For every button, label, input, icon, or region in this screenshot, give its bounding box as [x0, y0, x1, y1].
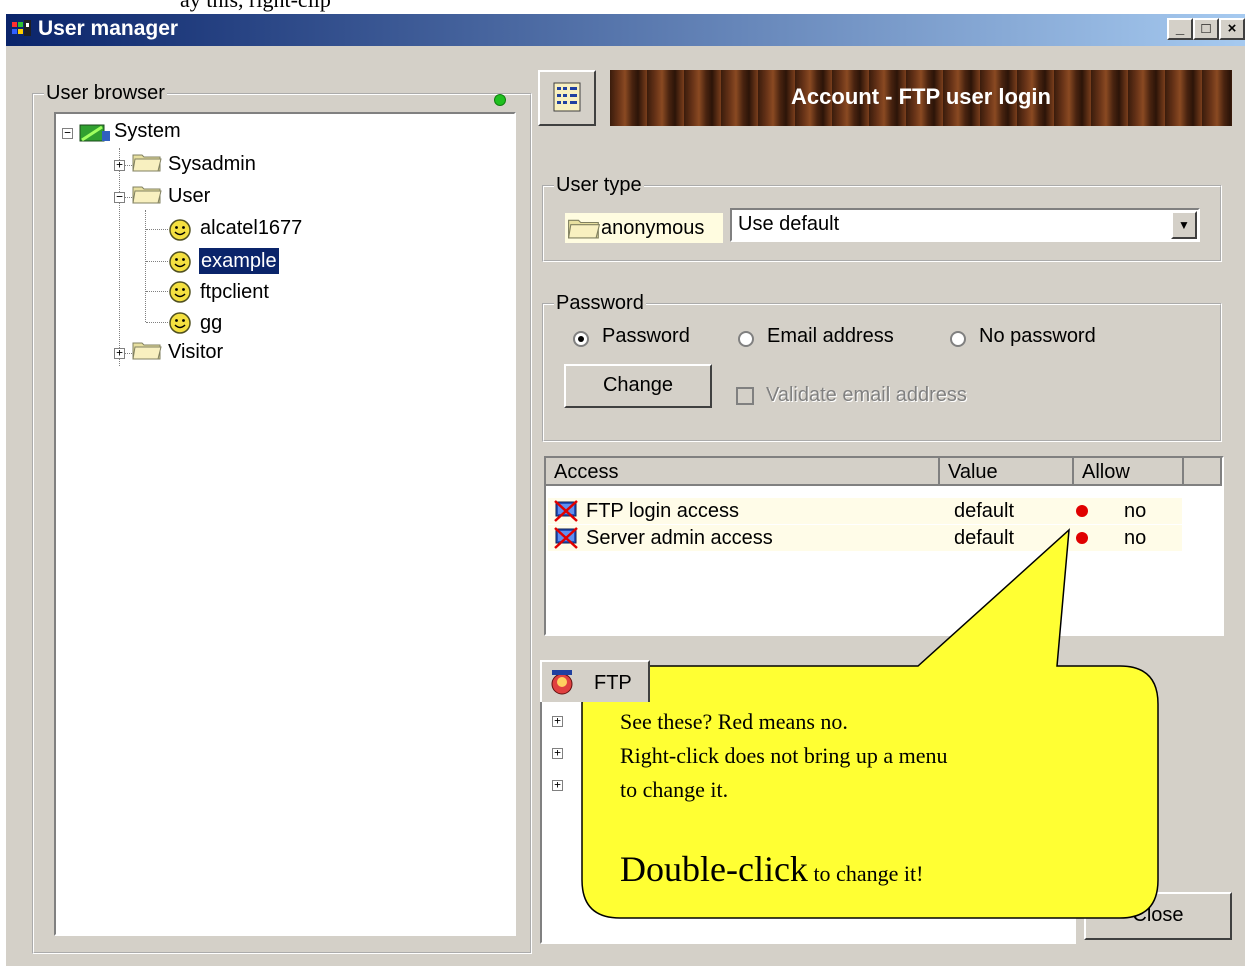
expand-toggle[interactable]: + — [552, 779, 563, 791]
system-icon — [79, 124, 110, 142]
page-top-fragment: ay this, right-clip — [0, 0, 1251, 14]
tree-item-visitor[interactable]: Visitor — [168, 338, 223, 366]
tab-ftp-label: FTP — [594, 672, 632, 694]
password-radio[interactable] — [573, 331, 589, 347]
column-header-value[interactable]: Value — [940, 458, 1074, 486]
column-header-allow[interactable]: Allow — [1074, 458, 1184, 486]
user-manager-window: User manager _ □ × User browser − System… — [6, 14, 1245, 966]
tab-ftp[interactable]: FTP — [540, 660, 650, 702]
tree-item-ftpclient[interactable]: ftpclient — [200, 278, 269, 306]
tab-2[interactable] — [650, 666, 766, 702]
callout-line-2: Right-click does not bring up a menu — [620, 743, 948, 768]
callout-instruction: Double-click to change it! — [620, 848, 923, 890]
user-type-select[interactable]: Use default ▼ — [730, 208, 1200, 242]
expand-toggle[interactable]: + — [552, 747, 563, 759]
callout-line-1: See these? Red means no. — [620, 709, 848, 734]
callout-line-3: to change it. — [620, 777, 729, 802]
smiley-user-icon — [169, 219, 191, 241]
validate-email-label: Validate email address — [766, 384, 967, 406]
minimize-button[interactable]: _ — [1167, 18, 1193, 40]
tree-item-alcatel1677[interactable]: alcatel1677 — [200, 214, 302, 242]
tree-item-example-selected[interactable]: example — [198, 247, 280, 275]
folder-icon — [132, 154, 162, 172]
user-type-label: anonymous — [601, 217, 705, 239]
expand-toggle[interactable]: + — [552, 715, 563, 727]
deny-status-dot[interactable] — [1076, 505, 1088, 517]
top-fragment-text: ay this, right-clip — [180, 0, 331, 13]
column-header-filler — [1184, 458, 1222, 486]
tab-4[interactable] — [876, 666, 1076, 702]
folder-icon — [567, 219, 601, 239]
user-browser-legend: User browser — [46, 82, 165, 104]
user-type-select-value: Use default — [738, 213, 840, 235]
window-title: User manager — [38, 17, 179, 40]
callout-text: See these? Red means no. Right-click doe… — [620, 705, 948, 807]
validate-email-checkbox[interactable] — [736, 387, 754, 405]
refresh-indicator-icon[interactable] — [494, 94, 506, 106]
user-type-legend: User type — [556, 174, 642, 196]
expand-visitor-toggle[interactable]: + — [114, 347, 125, 359]
callout-end-text: to change it! — [807, 861, 924, 886]
expand-sysadmin-toggle[interactable]: + — [114, 159, 125, 171]
access-allow: no — [1124, 527, 1147, 549]
column-header-access[interactable]: Access — [546, 458, 940, 486]
account-header-banner: Account - FTP user login — [610, 70, 1232, 126]
access-table[interactable]: Access Value Allow FTP login access defa… — [544, 456, 1224, 636]
table-row[interactable]: FTP login access default no — [548, 498, 1182, 524]
tab-3[interactable] — [766, 666, 876, 702]
table-row[interactable]: Server admin access default no — [548, 525, 1182, 551]
change-password-button[interactable]: Change — [564, 364, 712, 408]
password-option-label: Password — [602, 325, 690, 347]
collapse-system-toggle[interactable]: − — [62, 127, 73, 139]
access-value: default — [954, 500, 1015, 522]
collapse-user-toggle[interactable]: − — [114, 191, 125, 203]
password-legend: Password — [556, 292, 644, 314]
access-allow: no — [1124, 500, 1147, 522]
access-denied-icon — [554, 500, 578, 522]
tree-item-system[interactable]: System — [114, 117, 181, 145]
account-header-title: Account - FTP user login — [791, 84, 1051, 109]
no-password-radio[interactable] — [950, 331, 966, 347]
tree-item-gg[interactable]: gg — [200, 309, 222, 337]
smiley-user-icon — [169, 251, 191, 273]
email-address-option-label: Email address — [767, 325, 894, 347]
access-name: FTP login access — [586, 500, 740, 522]
folder-icon — [132, 342, 162, 360]
access-name: Server admin access — [586, 527, 773, 549]
chevron-down-icon[interactable]: ▼ — [1171, 211, 1197, 239]
view-toggle-button[interactable] — [538, 70, 596, 126]
tree-item-user[interactable]: User — [168, 182, 210, 210]
folder-open-icon — [132, 186, 162, 204]
user-tree[interactable]: − System + Sysadmin − User alcatel1677 e… — [54, 112, 516, 936]
deny-status-dot[interactable] — [1076, 532, 1088, 544]
access-denied-icon — [554, 527, 578, 549]
user-type-tag: anonymous — [565, 213, 723, 243]
maximize-button[interactable]: □ — [1193, 18, 1219, 40]
close-window-button[interactable]: × — [1219, 18, 1245, 40]
ftp-icon — [551, 670, 573, 695]
list-view-icon — [553, 82, 581, 112]
callout-big-text: Double-click — [620, 849, 808, 889]
access-value: default — [954, 527, 1015, 549]
tree-item-sysadmin[interactable]: Sysadmin — [168, 150, 256, 178]
smiley-user-icon — [169, 281, 191, 303]
smiley-user-icon — [169, 312, 191, 334]
email-address-radio[interactable] — [738, 331, 754, 347]
no-password-option-label: No password — [979, 325, 1096, 347]
close-button[interactable]: Close — [1084, 892, 1232, 940]
title-bar[interactable]: User manager _ □ × — [6, 14, 1245, 46]
app-icon — [12, 20, 31, 36]
